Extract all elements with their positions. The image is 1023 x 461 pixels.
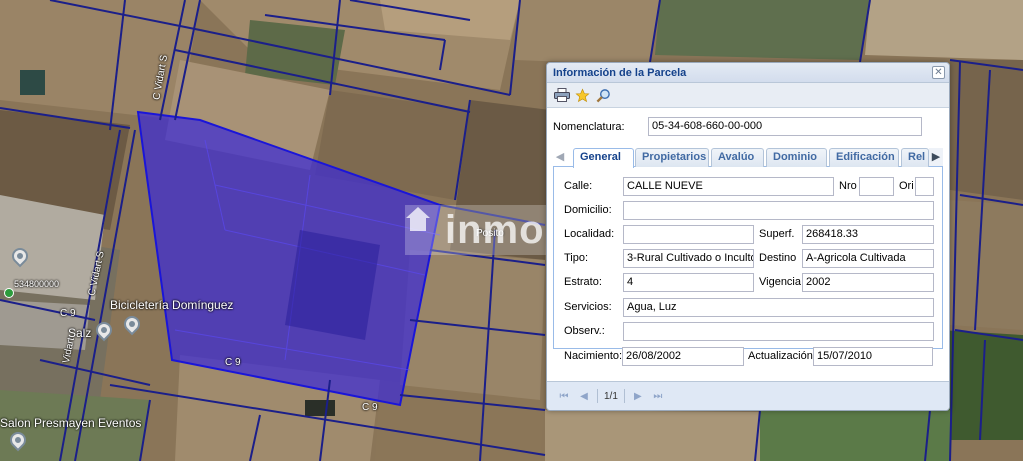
tipo-label: Tipo: xyxy=(564,252,589,264)
location-dot-icon[interactable] xyxy=(4,288,14,298)
superf-label: Superf. xyxy=(759,228,795,240)
pager-separator xyxy=(597,389,598,403)
street-label: C 9 xyxy=(225,357,241,368)
parcel-number-label: 534800000 xyxy=(14,279,60,289)
ori-field[interactable] xyxy=(915,177,934,196)
actualizacion-field[interactable]: 15/07/2010 xyxy=(813,347,933,366)
vigencia-field[interactable]: 2002 xyxy=(802,273,934,292)
dialog-title: Información de la Parcela xyxy=(553,67,687,79)
destino-label: Destino xyxy=(759,252,797,264)
dialog-header[interactable]: Información de la Parcela ✕ xyxy=(547,63,949,83)
street-label: C 9 xyxy=(60,308,76,319)
servicios-label: Servicios: xyxy=(564,301,612,313)
print-icon[interactable] xyxy=(553,87,570,103)
observ-field[interactable] xyxy=(623,322,934,341)
actualizacion-label: Actualización xyxy=(748,350,813,362)
tab-scroll-left-icon[interactable]: ◀ xyxy=(553,148,567,166)
tab-avaluo[interactable]: Avalúo xyxy=(711,148,764,167)
servicios-field[interactable]: Agua, Luz xyxy=(623,298,934,317)
star-icon[interactable] xyxy=(574,87,591,103)
calle-field[interactable]: CALLE NUEVE xyxy=(623,177,834,196)
estrato-label: Estrato: xyxy=(564,276,602,288)
pager-toolbar: ⏮ ◀ 1/1 ▶ ⏭ xyxy=(547,381,949,410)
general-panel: Calle: CALLE NUEVE Nro Ori Domicilio: Lo… xyxy=(553,167,943,349)
house-icon xyxy=(406,207,430,231)
destino-field[interactable]: A-Agricola Cultivada xyxy=(802,249,934,268)
poi-label[interactable]: Bicicletería Domínguez xyxy=(110,298,233,312)
next-page-icon[interactable]: ▶ xyxy=(631,389,645,403)
page-indicator: 1/1 xyxy=(604,390,618,402)
poi-label[interactable]: Salon Presmayen Eventos xyxy=(0,416,141,430)
tab-strip: ◀ General Propietarios Avalúo Dominio Ed… xyxy=(553,146,943,168)
ori-label: Ori xyxy=(899,180,914,192)
tab-rel[interactable]: Rel xyxy=(901,148,929,167)
domicilio-field[interactable] xyxy=(623,201,934,220)
nro-label: Nro xyxy=(839,180,857,192)
superf-field[interactable]: 268418.33 xyxy=(802,225,934,244)
dialog-body: Nomenclatura: 05-34-608-660-00-000 ◀ Gen… xyxy=(547,108,949,381)
observ-label: Observ.: xyxy=(564,325,605,337)
domicilio-label: Domicilio: xyxy=(564,204,612,216)
tab-general[interactable]: General xyxy=(573,148,634,168)
prev-page-icon[interactable]: ◀ xyxy=(577,389,591,403)
localidad-label: Localidad: xyxy=(564,228,615,240)
calle-label: Calle: xyxy=(564,180,593,192)
last-page-icon[interactable]: ⏭ xyxy=(651,389,665,403)
pager-separator xyxy=(623,389,625,403)
close-icon[interactable]: ✕ xyxy=(932,66,945,79)
search-icon[interactable] xyxy=(595,87,612,103)
tipo-field[interactable]: 3-Rural Cultivado o Inculto xyxy=(623,249,754,268)
nomenclatura-field[interactable]: 05-34-608-660-00-000 xyxy=(648,117,922,136)
nro-field[interactable] xyxy=(859,177,894,196)
vigencia-label: Vigencia xyxy=(759,276,801,288)
dates-row: Nacimiento: 26/08/2002 Actualización 15/… xyxy=(553,345,945,369)
first-page-icon[interactable]: ⏮ xyxy=(557,389,571,403)
tab-propietarios[interactable]: Propietarios xyxy=(635,148,709,167)
dialog-toolbar xyxy=(547,83,949,108)
localidad-field[interactable] xyxy=(623,225,754,244)
estrato-field[interactable]: 4 xyxy=(623,273,754,292)
nacimiento-label: Nacimiento: xyxy=(564,350,623,362)
nacimiento-field[interactable]: 26/08/2002 xyxy=(622,347,744,366)
poi-label[interactable]: Salz xyxy=(68,326,91,340)
tab-edificacion[interactable]: Edificación xyxy=(829,148,899,167)
tab-scroll-right-icon[interactable]: ▶ xyxy=(929,148,943,166)
nomenclatura-label: Nomenclatura: xyxy=(553,121,625,133)
street-label: C 9 xyxy=(362,402,378,413)
tab-dominio[interactable]: Dominio xyxy=(766,148,827,167)
